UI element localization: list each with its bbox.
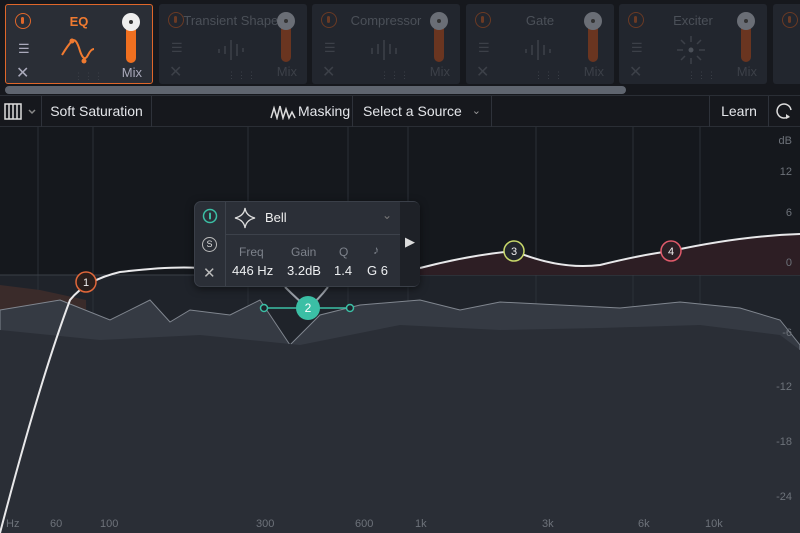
mix-label: Mix [276,64,297,79]
mix-label: Mix [121,65,142,80]
freq-unit: Hz [6,518,20,530]
module-transient-shaper[interactable]: Transient Shaper ☰ ✕ ⋮⋮⋮ Mix [159,4,307,84]
eq-graph[interactable]: 1 2 3 4 [0,127,800,533]
source-label: Select a Source [363,103,462,119]
close-icon[interactable]: ✕ [169,62,182,82]
freq-tick: 300 [256,518,275,530]
module-eq[interactable]: EQ ☰ ✕ ⋮⋮⋮ Mix [5,4,153,84]
compressor-icon [371,40,397,60]
note-value[interactable]: G 6 [367,263,388,278]
module-scrollbar[interactable] [5,86,626,94]
module-compressor[interactable]: Compressor ☰ ✕ ⋮⋮⋮ Mix [312,4,460,84]
shape-label: Bell [265,210,287,225]
db-tick: 0 [785,257,792,269]
module-strip: EQ ☰ ✕ ⋮⋮⋮ Mix Transient Shaper ☰ ✕ ⋮⋮⋮ … [0,0,800,95]
svg-text:3: 3 [511,246,517,258]
shape-dropdown[interactable]: Bell ⌄ [226,202,400,235]
db-unit: dB [778,135,792,147]
svg-text:1: 1 [83,277,89,289]
view-menu-button[interactable] [0,96,42,127]
close-icon[interactable]: ✕ [476,62,489,82]
source-dropdown[interactable]: Select a Source ⌄ [352,96,492,127]
db-tick: 6 [785,207,792,219]
close-icon[interactable]: ✕ [629,62,642,82]
note-icon: ♪ [373,243,379,257]
gain-label: Gain [291,245,317,259]
transient-icon [218,40,244,60]
mix-knob[interactable] [584,12,602,30]
masking-label: Masking [298,103,351,119]
q-value[interactable]: 1.4 [334,263,352,278]
gate-icon [525,40,551,60]
module-gate[interactable]: Gate ☰ ✕ ⋮⋮⋮ Mix [466,4,614,84]
reset-button[interactable] [769,96,800,127]
band-popup: S ✕ Bell ⌄ ▶ Freq 446 Hz Gain 3.2dB Q 1.… [194,201,420,287]
freq-tick: 60 [50,518,63,530]
drag-handle[interactable]: ⋮⋮⋮ [227,70,257,81]
chevron-down-icon: ⌄ [471,105,481,117]
close-icon[interactable]: ✕ [322,62,335,82]
gain-value[interactable]: 3.2dB [287,263,321,278]
freq-tick: 100 [100,518,119,530]
svg-text:4: 4 [668,246,674,258]
chevron-down-icon: ⌄ [381,208,392,222]
masking-button[interactable]: Masking [152,96,352,127]
node-2[interactable]: 2 [296,296,320,320]
refresh-icon [776,103,792,119]
q-label: Q [339,245,349,259]
freq-tick: 10k [705,518,723,530]
eq-curve-icon [61,38,95,64]
exciter-icon [677,36,705,64]
db-tick: -12 [776,381,792,393]
db-tick: -18 [776,436,792,448]
freq-label: Freq [239,245,264,259]
mix-label: Mix [736,64,757,79]
list-icon[interactable]: ☰ [171,40,183,56]
toolbar: Soft Saturation Masking Select a Source … [0,95,800,127]
solo-button[interactable]: S [202,237,217,252]
mix-knob[interactable] [277,12,295,30]
db-tick: -6 [782,327,792,339]
drag-handle[interactable]: ⋮⋮⋮ [687,70,717,81]
drag-handle[interactable]: ⋮⋮⋮ [534,70,564,81]
columns-icon [4,103,36,120]
list-icon[interactable]: ☰ [18,41,30,57]
node-1[interactable]: 1 [75,271,97,293]
close-icon[interactable]: ✕ [16,63,29,83]
list-icon[interactable]: ☰ [324,40,336,56]
drag-handle[interactable]: ⋮⋮⋮ [380,70,410,81]
module-exciter[interactable]: Exciter ☰ ✕ ⋮⋮⋮ Mix [619,4,767,84]
freq-tick: 1k [415,518,427,530]
freq-tick: 6k [638,518,650,530]
drag-handle[interactable]: ⋮⋮⋮ [74,71,104,82]
power-icon[interactable] [782,12,798,28]
learn-button[interactable]: Learn [709,96,769,127]
svg-text:2: 2 [305,301,312,315]
expand-button[interactable]: ▶ [400,202,420,286]
band-power-icon[interactable] [202,208,218,224]
remove-band-icon[interactable]: ✕ [203,264,216,282]
freq-tick: 3k [542,518,554,530]
q-handle-left[interactable] [259,303,269,313]
module-partial[interactable] [773,4,800,84]
masking-icon [270,105,296,120]
preset-button[interactable]: Soft Saturation [42,96,152,127]
node-4[interactable]: 4 [660,240,682,262]
mix-knob[interactable] [122,13,140,31]
bell-shape-icon [234,207,256,229]
db-tick: 12 [779,166,792,178]
list-icon[interactable]: ☰ [478,40,490,56]
mix-knob[interactable] [737,12,755,30]
freq-tick: 600 [355,518,374,530]
mix-knob[interactable] [430,12,448,30]
spectrum-avg [0,325,800,533]
node-3[interactable]: 3 [503,240,525,262]
play-arrow-icon: ▶ [405,234,415,249]
freq-value[interactable]: 446 Hz [232,263,273,278]
mix-label: Mix [429,64,450,79]
q-handle-right[interactable] [345,303,355,313]
list-icon[interactable]: ☰ [631,40,643,56]
mix-label: Mix [583,64,604,79]
db-tick: -24 [776,491,792,503]
